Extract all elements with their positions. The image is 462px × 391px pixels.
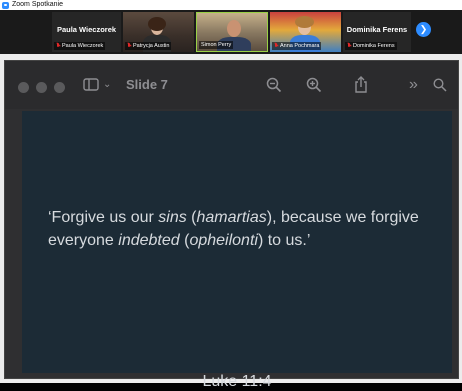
participant-name-label: Dominika Ferens (345, 42, 397, 50)
participant-tile[interactable]: Paula Wieczorek Paula Wieczorek (52, 12, 121, 52)
chevron-right-icon[interactable]: ❯ (416, 22, 431, 37)
window-title: Zoom Spotkanie (12, 1, 63, 8)
participant-tile[interactable]: Dominika Ferens Dominika Ferens (343, 12, 411, 52)
slide-quote: ‘Forgive us our sins (hamartias), becaus… (48, 209, 419, 249)
participant-hair (148, 17, 166, 31)
participant-hair (295, 16, 314, 28)
muted-mic-icon (274, 43, 278, 49)
participant-face (227, 20, 241, 37)
participant-name-label: Anna Pochmara (272, 42, 322, 50)
window-close-button[interactable] (18, 82, 29, 93)
participant-video-tile[interactable]: Anna Pochmara (270, 12, 341, 52)
more-chevrons-icon[interactable]: » (409, 73, 418, 97)
slide-reference: Luke 11:4 (202, 373, 272, 390)
search-icon[interactable] (433, 73, 447, 97)
participant-display-name: Dominika Ferens (346, 25, 408, 34)
participant-display-name: Paula Wieczorek (56, 25, 117, 34)
gallery-strip: Paula Wieczorek Paula Wieczorek Patrycja… (0, 10, 462, 54)
muted-mic-icon (347, 43, 351, 49)
keynote-toolbar: ⌄ Slide 7 » (5, 61, 458, 109)
participant-video-tile[interactable]: Patrycja Austin (123, 12, 194, 52)
zoom-out-icon[interactable] (266, 73, 282, 97)
shared-screen: ⌄ Slide 7 » ‘Forgive us our sins (hamart… (0, 54, 462, 390)
muted-mic-icon (56, 43, 60, 49)
share-icon[interactable] (354, 73, 368, 97)
participant-name-label: Simon Perry (199, 41, 234, 49)
window-title-bar: Zoom Spotkanie (0, 0, 462, 10)
active-speaker-tile[interactable]: Simon Perry (196, 12, 268, 52)
zoom-in-icon[interactable] (306, 73, 322, 97)
chevron-down-icon[interactable]: ⌄ (103, 73, 111, 97)
slide-title: Slide 7 (126, 77, 168, 92)
slide-canvas: ‘Forgive us our sins (hamartias), becaus… (22, 111, 452, 390)
window-zoom-button[interactable] (54, 82, 65, 93)
participant-name-label: Paula Wieczorek (54, 42, 106, 50)
sidebar-icon[interactable] (83, 73, 99, 97)
keynote-window: ⌄ Slide 7 » ‘Forgive us our sins (hamart… (4, 60, 459, 390)
muted-mic-icon (127, 43, 131, 49)
participant-name-label: Patrycja Austin (125, 42, 172, 50)
window-minimize-button[interactable] (36, 82, 47, 93)
zoom-logo-icon (2, 1, 9, 9)
